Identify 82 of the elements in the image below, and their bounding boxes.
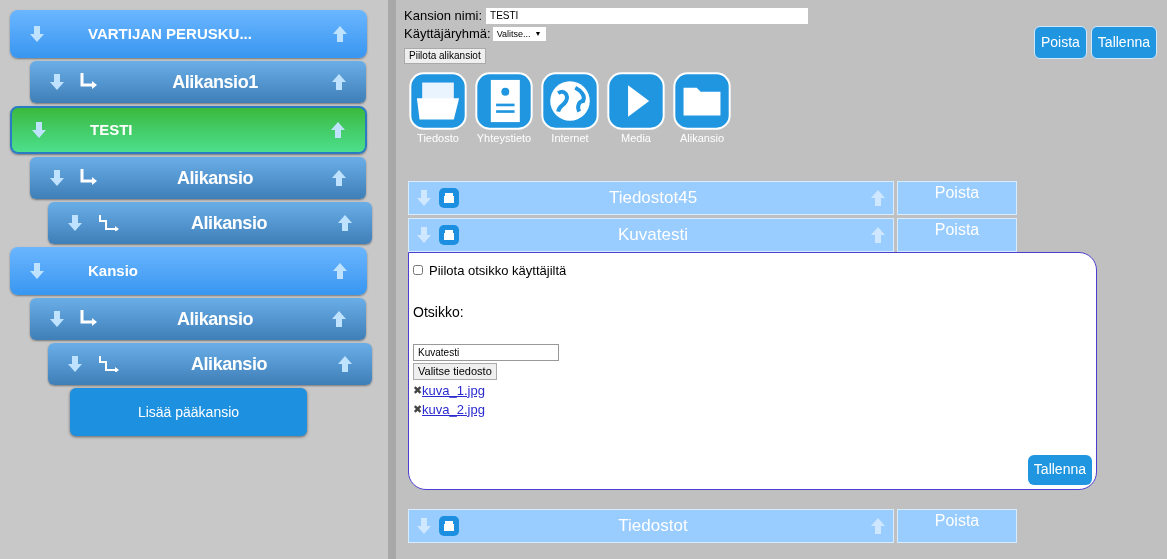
folder-label: Alikansio xyxy=(176,166,254,190)
choose-file-button[interactable]: Valitse tiedosto xyxy=(413,363,497,380)
up-arrow-icon[interactable] xyxy=(331,122,345,138)
up-arrow-icon[interactable] xyxy=(333,263,347,279)
return-arrow-icon xyxy=(80,73,98,91)
up-arrow-icon[interactable] xyxy=(338,215,352,231)
down-arrow-icon[interactable] xyxy=(30,263,44,279)
item-bar[interactable]: Tiedostot45 xyxy=(408,180,894,215)
branch-arrow-icon xyxy=(98,215,120,231)
return-arrow-icon xyxy=(80,310,98,328)
remove-icon[interactable]: ✖ xyxy=(413,399,422,419)
folder-label: Alikansio xyxy=(190,352,268,376)
up-arrow-icon[interactable] xyxy=(332,74,346,90)
folder-label: VARTIJAN PERUSKU... xyxy=(88,23,253,44)
folder-item[interactable]: TESTI xyxy=(10,106,367,154)
item-bar[interactable]: Kuvatesti xyxy=(408,217,894,252)
title-field[interactable]: Kuvatesti xyxy=(413,344,559,361)
down-arrow-icon[interactable] xyxy=(68,356,82,372)
hide-title-checkbox[interactable] xyxy=(413,265,423,276)
tool-label[interactable]: Tiedosto xyxy=(417,130,459,147)
tool-label[interactable]: Internet xyxy=(551,130,589,147)
folder-item[interactable]: Alikansio xyxy=(48,202,372,244)
delete-button[interactable]: Poista xyxy=(897,217,1017,252)
down-arrow-icon[interactable] xyxy=(30,26,44,42)
down-arrow-icon[interactable] xyxy=(417,517,431,534)
name-field[interactable]: TESTI xyxy=(486,8,809,24)
field-label: Kansion nimi: xyxy=(404,8,483,24)
hide-subfolders-button[interactable]: Piilota alikansiot xyxy=(404,48,486,64)
down-arrow-icon[interactable] xyxy=(68,215,82,231)
tool-label[interactable]: Media xyxy=(621,130,651,147)
up-arrow-icon[interactable] xyxy=(333,26,347,42)
folder-icon[interactable] xyxy=(673,72,731,130)
item-title: Kuvatesti xyxy=(617,223,689,246)
folder-item[interactable]: Kansio xyxy=(10,247,367,295)
item-title: Tiedostot xyxy=(617,514,689,537)
folder-label: Kansio xyxy=(88,260,139,281)
globe-icon[interactable] xyxy=(541,72,599,130)
delete-button[interactable]: Poista xyxy=(1033,26,1087,59)
down-arrow-icon[interactable] xyxy=(417,189,431,206)
delete-button[interactable]: Poista xyxy=(897,180,1017,215)
folder-item[interactable]: Alikansio xyxy=(30,298,366,340)
folder-icon xyxy=(439,515,459,536)
up-arrow-icon[interactable] xyxy=(871,189,885,206)
down-arrow-icon[interactable] xyxy=(32,122,46,138)
checkbox-label: Piilota otsikko käyttäjiltä xyxy=(429,261,567,280)
return-arrow-icon xyxy=(80,169,98,187)
up-arrow-icon[interactable] xyxy=(332,311,346,327)
branch-arrow-icon xyxy=(98,356,120,372)
tool-label[interactable]: Alikansio xyxy=(680,130,724,147)
document-icon[interactable] xyxy=(475,72,533,130)
remove-icon[interactable]: ✖ xyxy=(413,380,422,400)
down-arrow-icon[interactable] xyxy=(50,74,64,90)
tool-label[interactable]: Yhteystieto xyxy=(476,130,532,147)
open-folder-icon[interactable] xyxy=(409,72,467,130)
file-link[interactable]: kuva_1.jpg xyxy=(422,380,485,400)
folder-icon xyxy=(439,187,459,208)
delete-button[interactable]: Poista xyxy=(897,508,1017,543)
up-arrow-icon[interactable] xyxy=(338,356,352,372)
title-label: Otsikko: xyxy=(413,303,465,322)
file-link[interactable]: kuva_2.jpg xyxy=(422,399,485,419)
down-arrow-icon[interactable] xyxy=(50,170,64,186)
save-button[interactable]: Tallenna xyxy=(1090,26,1157,59)
up-arrow-icon[interactable] xyxy=(871,226,885,243)
up-arrow-icon[interactable] xyxy=(871,517,885,534)
folder-item[interactable]: Alikansio xyxy=(30,157,366,199)
item-title: Tiedostot45 xyxy=(607,186,699,209)
up-arrow-icon[interactable] xyxy=(332,170,346,186)
folder-icon xyxy=(439,224,459,245)
down-arrow-icon[interactable] xyxy=(417,226,431,243)
play-icon[interactable] xyxy=(607,72,665,130)
save-button[interactable]: Tallenna xyxy=(1027,454,1092,485)
folder-item[interactable]: Alikansio xyxy=(48,343,372,385)
folder-label: TESTI xyxy=(90,119,134,140)
down-arrow-icon[interactable] xyxy=(50,311,64,327)
item-bar[interactable]: Tiedostot xyxy=(408,508,894,543)
field-label: Käyttäjäryhmä: xyxy=(404,26,491,42)
folder-item[interactable]: VARTIJAN PERUSKU... xyxy=(10,10,367,58)
add-folder-button[interactable]: Lisää pääkansio xyxy=(70,388,307,436)
folder-item[interactable]: Alikansio1 xyxy=(30,61,366,103)
folder-label: Alikansio xyxy=(190,211,268,235)
folder-label: Alikansio1 xyxy=(171,70,259,94)
folder-label: Alikansio xyxy=(176,307,254,331)
